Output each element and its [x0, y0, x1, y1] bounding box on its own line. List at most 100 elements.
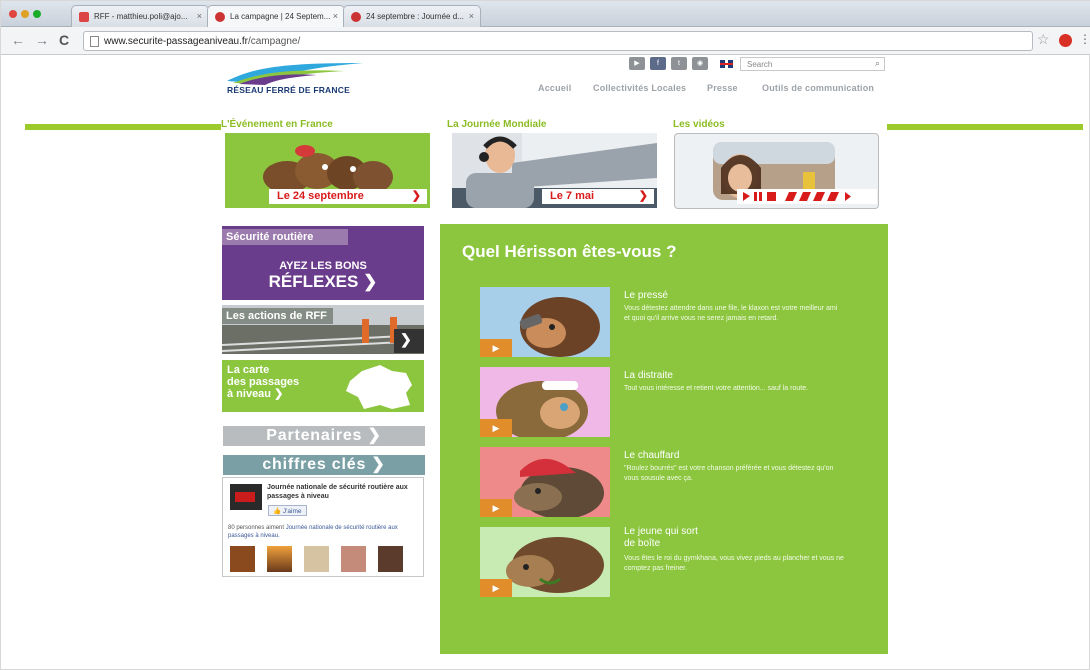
search-input[interactable]: Search ⌕ [740, 57, 885, 71]
hedgehog-presse-thumbnail[interactable]: ▶ [480, 287, 610, 357]
fan-avatar[interactable] [304, 546, 329, 572]
fan-avatar[interactable] [341, 546, 366, 572]
green-divider [887, 124, 1083, 130]
fan-avatar[interactable] [267, 546, 292, 572]
rff-logo[interactable]: RÉSEAU FERRÉ DE FRANCE [225, 61, 395, 101]
play-icon[interactable]: ▶ [480, 499, 512, 517]
screenshot-frame: RFF - matthieu.poli@ajo... × La campagne… [0, 0, 1090, 670]
gmail-favicon-icon [79, 12, 89, 22]
browser-tab-bar: RFF - matthieu.poli@ajo... × La campagne… [1, 1, 1090, 27]
site-favicon-icon [351, 12, 361, 22]
close-window-icon[interactable] [9, 10, 17, 18]
close-tab-icon[interactable]: × [469, 11, 474, 21]
fan-avatar[interactable] [230, 546, 255, 572]
page-icon [90, 36, 99, 47]
logo-swoosh-icon [227, 63, 363, 85]
chevron-right-icon: ❯ [371, 456, 386, 473]
card-text: "Roulez bourrés" est votre chanson préfé… [624, 465, 834, 482]
section-title-mondiale: La Journée Mondiale [447, 119, 547, 130]
chevron-right-icon: ❯ [363, 272, 378, 291]
nav-link-accueil[interactable]: Accueil [538, 83, 571, 93]
address-bar[interactable]: www.securite-passageaniveau.fr/campagne/ [83, 31, 1033, 51]
facebook-page-title[interactable]: Journée nationale de sécurité routière a… [267, 483, 417, 501]
tab-label: RFF - matthieu.poli@ajo... [94, 12, 188, 21]
securite-line1: AYEZ LES BONS [279, 260, 367, 272]
search-icon[interactable]: ⌕ [875, 58, 880, 69]
facebook-icon[interactable]: f [650, 57, 666, 70]
chevron-right-icon: ❯ [274, 388, 284, 400]
chevron-right-icon: ❯ [638, 190, 648, 202]
chevron-right-icon: ❯ [367, 427, 382, 444]
back-arrow-icon[interactable]: ← [11, 33, 25, 47]
actions-rff-banner[interactable]: Les actions de RFF ❯ [222, 305, 424, 354]
close-tab-icon[interactable]: × [197, 11, 202, 21]
green-divider [25, 124, 221, 130]
hedgehog-chauffard-thumbnail[interactable]: ▶ [480, 447, 610, 517]
extension-icon[interactable] [1059, 34, 1072, 47]
partenaires-button[interactable]: Partenaires ❯ [223, 426, 425, 446]
fan-avatar[interactable] [378, 546, 403, 572]
card-title[interactable]: Le pressé [624, 290, 668, 301]
card-text: Tout vous intéresse et retient votre att… [624, 385, 809, 392]
carte-passages-banner[interactable]: La carte des passages à niveau ❯ [222, 360, 424, 412]
browser-tab-active[interactable]: La campagne | 24 Septem... × [207, 5, 345, 27]
zoom-window-icon[interactable] [33, 10, 41, 18]
play-icon[interactable]: ▶ [480, 339, 512, 357]
card-title[interactable]: Le chauffard [624, 450, 679, 461]
teaser-videos[interactable] [674, 133, 879, 209]
site-favicon-icon [215, 12, 225, 22]
card-title[interactable]: Le jeune qui sort [624, 526, 698, 537]
thumbs-up-icon: 👍 [273, 508, 282, 515]
close-tab-icon[interactable]: × [333, 11, 338, 21]
actions-title: Les actions de RFF [222, 308, 333, 324]
logo-text: RÉSEAU FERRÉ DE FRANCE [227, 85, 350, 95]
securite-title: Sécurité routière [222, 229, 348, 245]
chiffres-label: chiffres clés [262, 456, 367, 473]
section-title-videos: Les vidéos [673, 119, 725, 130]
twitter-icon[interactable]: t [671, 57, 687, 70]
nav-link-collectivites[interactable]: Collectivités Locales [593, 83, 686, 93]
browser-menu-icon[interactable]: ⋮ [1079, 32, 1090, 46]
teaser-label-mondiale[interactable]: Le 7 mai ❯ [542, 189, 654, 204]
teaser-mondiale[interactable]: Le 7 mai ❯ [452, 133, 657, 208]
campaign-logo-thumbnail[interactable] [230, 484, 262, 510]
chevron-right-icon: ❯ [411, 190, 421, 202]
teaser-date-text: Le 24 septembre [277, 190, 364, 202]
youtube-icon[interactable]: ▶ [629, 57, 645, 70]
url-path: /campagne/ [247, 36, 301, 47]
uk-flag-icon[interactable] [720, 60, 733, 68]
securite-routiere-banner[interactable]: Sécurité routière AYEZ LES BONS RÉFLEXES… [222, 226, 424, 300]
bookmark-star-icon[interactable]: ☆ [1037, 31, 1050, 48]
hedgehog-distraite-thumbnail[interactable]: ▶ [480, 367, 610, 437]
card-title[interactable]: La distraite [624, 370, 673, 381]
browser-tab[interactable]: RFF - matthieu.poli@ajo... × [71, 5, 209, 27]
play-icon[interactable]: ▶ [480, 579, 512, 597]
teaser-label-evenement[interactable]: Le 24 septembre ❯ [269, 189, 427, 204]
quiz-title: Quel Hérisson êtes-vous ? [462, 242, 677, 261]
window-controls [9, 10, 41, 18]
browser-tab[interactable]: 24 septembre : Journée d... × [343, 5, 481, 27]
play-icon[interactable]: ▶ [480, 419, 512, 437]
count-prefix: 80 personnes aiment [228, 525, 285, 531]
minimize-window-icon[interactable] [21, 10, 29, 18]
teaser-date-text: Le 7 mai [550, 190, 595, 202]
nav-link-outils[interactable]: Outils de communication [762, 83, 874, 93]
section-title-evenement: L'Événement en France [221, 119, 333, 130]
browser-toolbar: ← → C www.securite-passageaniveau.fr/cam… [1, 27, 1090, 55]
nav-link-presse[interactable]: Presse [707, 83, 738, 93]
carte-line1: La carte [227, 364, 270, 376]
facebook-like-button[interactable]: 👍 J'aime [268, 505, 307, 516]
tab-label: 24 septembre : Journée d... [366, 12, 464, 21]
reload-icon[interactable]: C [59, 33, 69, 47]
rss-icon[interactable]: ◉ [692, 57, 708, 70]
hedgehog-jeune-thumbnail[interactable]: ▶ [480, 527, 610, 597]
tab-label: La campagne | 24 Septem... [230, 12, 331, 21]
chiffres-cles-button[interactable]: chiffres clés ❯ [223, 455, 425, 475]
france-map-icon [346, 365, 412, 409]
forward-arrow-icon[interactable]: → [35, 33, 49, 47]
securite-line2: RÉFLEXES [268, 272, 359, 291]
teaser-evenement[interactable]: Le 24 septembre ❯ [225, 133, 430, 208]
card-title-line2[interactable]: de boîte [624, 538, 660, 549]
quiz-panel: Quel Hérisson êtes-vous ? ▶ Le pressé Vo… [440, 224, 888, 654]
card-text: Vous êtes le roi du gymkhana, vous vivez… [624, 555, 844, 572]
